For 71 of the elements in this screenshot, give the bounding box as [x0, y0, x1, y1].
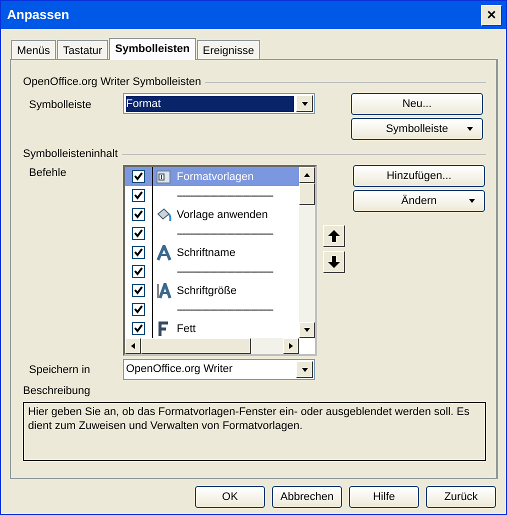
- font-icon: [156, 244, 172, 261]
- command-label: Formatvorlagen: [176, 170, 255, 184]
- group-title: OpenOffice.org Writer Symbolleisten: [23, 75, 202, 90]
- move-up-button[interactable]: [323, 225, 345, 248]
- command-label: Vorlage anwenden: [176, 208, 269, 222]
- scroll-left-button[interactable]: [125, 338, 141, 354]
- list-row[interactable]: Schriftgröße: [125, 281, 299, 300]
- checkbox[interactable]: [132, 322, 145, 336]
- dialog-button[interactable]: Abbrechen: [272, 486, 342, 508]
- command-list[interactable]: [123, 165, 317, 356]
- separator-line: ------------------------------------: [176, 226, 274, 242]
- down-arrow-icon: [327, 255, 341, 270]
- list-row[interactable]: ------------------------------------: [125, 300, 299, 320]
- description-text: Hier geben Sie an, ob das Formatvorlagen-Fenster ein- oder ausgeblendet werden soll. Es dient zum Zuweisen und Verwalten von Formatvorlagen.: [23, 402, 486, 461]
- checkbox[interactable]: [132, 227, 145, 240]
- list-row[interactable]: ------------------------------------: [125, 262, 299, 282]
- move-down-button[interactable]: [323, 251, 345, 274]
- scroll-down-button[interactable]: [299, 322, 315, 338]
- command-label: Schriftname: [176, 246, 236, 260]
- checkbox[interactable]: [132, 208, 145, 222]
- tab[interactable]: Ereignisse: [196, 40, 260, 59]
- separator-line: ------------------------------------: [176, 302, 274, 318]
- tab[interactable]: Tastatur: [57, 40, 108, 59]
- tab[interactable]: Symbolleisten: [109, 38, 196, 60]
- checkbox[interactable]: [132, 284, 145, 298]
- command-label: Schriftgröße: [176, 284, 238, 298]
- list-row[interactable]: Schriftname: [125, 243, 299, 262]
- dialog-button[interactable]: OK: [195, 486, 265, 508]
- field-label: Symbolleiste: [28, 98, 92, 114]
- modify-button[interactable]: Ändern: [353, 190, 485, 212]
- checkbox[interactable]: [132, 246, 145, 260]
- dropdown-arrow-icon: [300, 100, 308, 108]
- list-row[interactable]: ------------------------------------: [125, 186, 299, 206]
- field-label: Befehle: [28, 166, 68, 182]
- up-arrow-icon: [327, 229, 341, 244]
- section-title: Beschreibung: [23, 384, 92, 399]
- arrow-icon: [303, 171, 311, 180]
- checkbox[interactable]: [132, 303, 145, 316]
- caret-icon: [466, 125, 474, 133]
- group-title: Symbolleisteninhalt: [23, 147, 118, 162]
- save-in-dropdown[interactable]: OpenOffice.org Writer: [123, 359, 315, 380]
- arrow-icon: [129, 342, 137, 350]
- list-row[interactable]: ------------------------------------: [125, 224, 299, 244]
- toolbar-dropdown[interactable]: Format: [123, 93, 315, 114]
- list-row[interactable]: Vorlage anwenden: [125, 205, 299, 224]
- new-button[interactable]: Neu...: [351, 93, 483, 116]
- dropdown-arrow-icon: [300, 366, 308, 374]
- close-button[interactable]: ✕: [481, 4, 502, 26]
- scroll-up-button[interactable]: [299, 167, 315, 184]
- checkbox[interactable]: [132, 170, 145, 184]
- menu-button[interactable]: Symbolleiste: [351, 118, 483, 140]
- separator-line: ------------------------------------: [176, 264, 274, 280]
- command-label: Fett: [176, 322, 197, 336]
- window-title: Anpassen: [7, 6, 70, 24]
- tab[interactable]: Menüs: [11, 40, 56, 59]
- scroll-thumb[interactable]: [141, 338, 251, 354]
- separator-line: ------------------------------------: [176, 188, 274, 204]
- field-label: Speichern in: [28, 363, 92, 378]
- checkbox[interactable]: [132, 265, 145, 278]
- paint-bucket-icon: [156, 206, 172, 223]
- font-size-icon: [156, 282, 172, 299]
- horizontal-scrollbar[interactable]: [125, 338, 299, 354]
- dialog-button[interactable]: Hilfe: [349, 486, 419, 508]
- add-button[interactable]: Hinzufügen...: [353, 165, 485, 188]
- scroll-thumb[interactable]: [299, 183, 315, 206]
- scroll-right-button[interactable]: [283, 338, 299, 354]
- vertical-scrollbar[interactable]: [299, 167, 315, 338]
- checkbox[interactable]: [132, 189, 145, 202]
- caret-icon: [468, 197, 476, 205]
- dialog-button[interactable]: Zurück: [426, 486, 496, 508]
- styles-icon: [156, 168, 172, 185]
